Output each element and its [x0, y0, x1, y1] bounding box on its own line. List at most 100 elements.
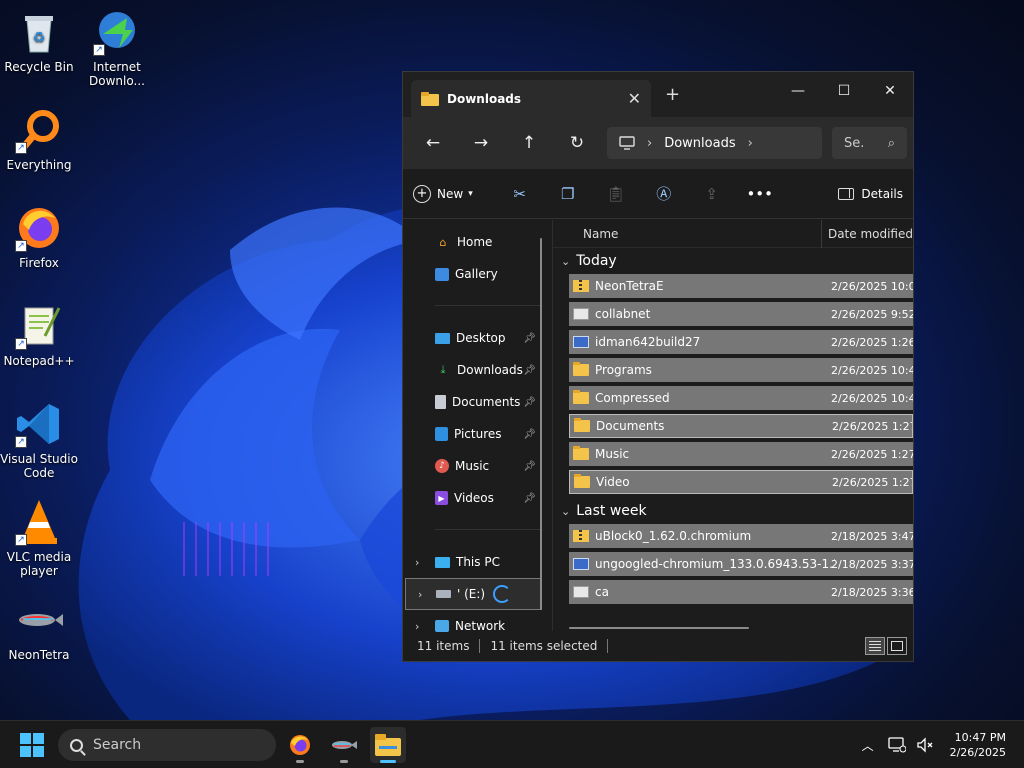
file-row[interactable]: ungoogled-chromium_133.0.6943.53-1.1... 2… [569, 552, 913, 576]
file-row[interactable]: Video 2/26/2025 1:27 [569, 470, 913, 494]
usb-drive-icon [436, 590, 451, 598]
clock[interactable]: 10:47 PM 2/26/2025 [950, 730, 1006, 760]
address-bar[interactable]: › Downloads › [607, 127, 822, 159]
file-row[interactable]: NeonTetraE 2/26/2025 10:0 [569, 274, 913, 298]
volume-muted-icon[interactable] [916, 737, 934, 753]
desktop-icon-vlc[interactable]: ↗ VLC media player [0, 498, 78, 578]
monitor-icon [619, 136, 635, 150]
file-row[interactable]: Programs 2/26/2025 10:4 [569, 358, 913, 382]
nav-item-drive-e[interactable]: › ' (E:) [405, 578, 542, 610]
file-row[interactable]: Music 2/26/2025 1:27 [569, 442, 913, 466]
maximize-button[interactable]: ☐ [821, 76, 867, 106]
horizontal-scrollbar[interactable] [569, 627, 749, 629]
close-tab-icon[interactable]: ✕ [628, 89, 641, 108]
nav-item-home[interactable]: ⌂ Home [403, 226, 552, 258]
copy-button[interactable]: ❐ [551, 177, 585, 211]
chevron-down-icon: ⌄ [561, 254, 571, 268]
windows-logo-pane [20, 746, 31, 757]
file-row[interactable]: uBlock0_1.62.0.chromium 2/18/2025 3:47 [569, 524, 913, 548]
new-tab-button[interactable]: + [665, 84, 680, 105]
pin-icon[interactable]: 📌︎ [523, 429, 536, 440]
videos-icon: ▶ [435, 491, 448, 505]
group-label: Today [576, 253, 617, 269]
list-view-icon [869, 641, 881, 651]
tab-downloads[interactable]: Downloads ✕ [411, 80, 651, 117]
desktop-icon-recycle-bin[interactable]: ♻ Recycle Bin [0, 8, 78, 74]
nav-pane-scrollbar[interactable] [540, 238, 542, 610]
file-row[interactable]: ca 2/18/2025 3:36 [569, 580, 913, 604]
file-row[interactable]: collabnet 2/26/2025 9:52 [569, 302, 913, 326]
nav-item-music[interactable]: ♪ Music 📌︎ [403, 450, 552, 482]
details-view-button[interactable] [865, 637, 885, 655]
nav-item-this-pc[interactable]: › This PC [403, 546, 552, 578]
back-button[interactable]: ← [409, 125, 457, 161]
chevron-up-icon[interactable]: ︿ [862, 737, 874, 754]
start-button[interactable] [20, 733, 44, 757]
taskbar-app-neontetra[interactable] [326, 727, 362, 763]
file-explorer-icon [375, 734, 401, 756]
chevron-right-icon[interactable]: › [415, 556, 419, 569]
file-date: 2/18/2025 3:47 [831, 529, 913, 543]
file-date: 2/18/2025 3:37 [831, 557, 913, 571]
nav-item-documents[interactable]: Documents 📌︎ [403, 386, 552, 418]
taskbar-app-firefox[interactable] [282, 727, 318, 763]
share-button[interactable]: ⇪ [695, 177, 729, 211]
file-name: ca [595, 585, 609, 599]
chevron-right-icon[interactable]: › [748, 136, 753, 151]
taskbar-app-file-explorer[interactable] [370, 727, 406, 763]
network-status-icon[interactable] [887, 737, 906, 753]
desktop-icon-vscode[interactable]: ↗ Visual Studio Code [0, 400, 78, 480]
nav-item-videos[interactable]: ▶ Videos 📌︎ [403, 482, 552, 514]
minimize-button[interactable]: — [775, 76, 821, 106]
pin-icon[interactable]: 📌︎ [523, 493, 536, 504]
more-options-button[interactable]: ••• [743, 177, 777, 211]
cut-button[interactable]: ✂ [503, 177, 537, 211]
nav-item-desktop[interactable]: Desktop 📌︎ [403, 322, 552, 354]
loading-spinner-icon [493, 585, 512, 603]
group-header-last-week[interactable]: ⌄ Last week [553, 498, 913, 524]
pin-icon[interactable]: 📌︎ [523, 397, 536, 408]
file-row[interactable]: idman642build27 2/26/2025 1:26 [569, 330, 913, 354]
folder-icon [574, 418, 590, 432]
desktop-icon-notepadpp[interactable]: ↗ Notepad++ [0, 302, 78, 368]
group-header-today[interactable]: ⌄ Today [553, 248, 913, 274]
desktop-icon-label: Recycle Bin [4, 60, 74, 74]
home-icon: ⌂ [439, 235, 447, 249]
pin-icon[interactable]: 📌︎ [523, 461, 536, 472]
desktop-icon-firefox[interactable]: ↗ Firefox [0, 204, 78, 270]
rename-button[interactable]: Ⓐ [647, 177, 681, 211]
paste-button[interactable]: 📋︎ [599, 177, 633, 211]
column-header-name[interactable]: Name [553, 227, 821, 241]
taskbar-search-input[interactable]: Search [58, 729, 276, 761]
nav-item-pictures[interactable]: Pictures 📌︎ [403, 418, 552, 450]
chevron-right-icon[interactable]: › [418, 588, 422, 601]
pin-icon[interactable]: 📌︎ [523, 333, 536, 344]
details-pane-button[interactable]: Details [838, 187, 903, 201]
item-count: 11 items [417, 639, 470, 653]
search-input[interactable]: Se. ⌕ [832, 127, 907, 159]
file-row[interactable]: Documents 2/26/2025 1:27 [569, 414, 913, 438]
column-header-date-modified[interactable]: Date modified [820, 220, 913, 248]
file-name: uBlock0_1.62.0.chromium [595, 529, 752, 543]
status-bar: 11 items 11 items selected [403, 631, 913, 661]
nav-item-downloads[interactable]: ⤓ Downloads 📌︎ [403, 354, 552, 386]
search-icon: ⌕ [887, 135, 895, 151]
rename-icon: Ⓐ [656, 185, 672, 203]
desktop-icon-idm[interactable]: ↗ Internet Downlo... [78, 8, 156, 88]
pin-icon[interactable]: 📌︎ [523, 365, 536, 376]
file-row[interactable]: Compressed 2/26/2025 10:4 [569, 386, 913, 410]
desktop-icon-label: Visual Studio Code [0, 452, 78, 480]
close-window-button[interactable]: ✕ [867, 76, 913, 106]
tiles-view-button[interactable] [887, 637, 907, 655]
desktop-icon-neontetra[interactable]: NeonTetra [0, 596, 78, 662]
ellipsis-icon: ••• [746, 184, 773, 203]
up-button[interactable]: ↑ [505, 125, 553, 161]
nav-item-gallery[interactable]: Gallery [403, 258, 552, 290]
refresh-button[interactable]: ↻ [553, 125, 601, 161]
desktop-icon-everything[interactable]: ↗ Everything [0, 106, 78, 172]
file-name: Compressed [595, 391, 670, 405]
notepad-plus-plus-icon: ↗ [15, 302, 63, 350]
breadcrumb-downloads[interactable]: Downloads [664, 136, 735, 151]
forward-button[interactable]: → [457, 125, 505, 161]
new-button[interactable]: + New ▾ [413, 177, 473, 211]
